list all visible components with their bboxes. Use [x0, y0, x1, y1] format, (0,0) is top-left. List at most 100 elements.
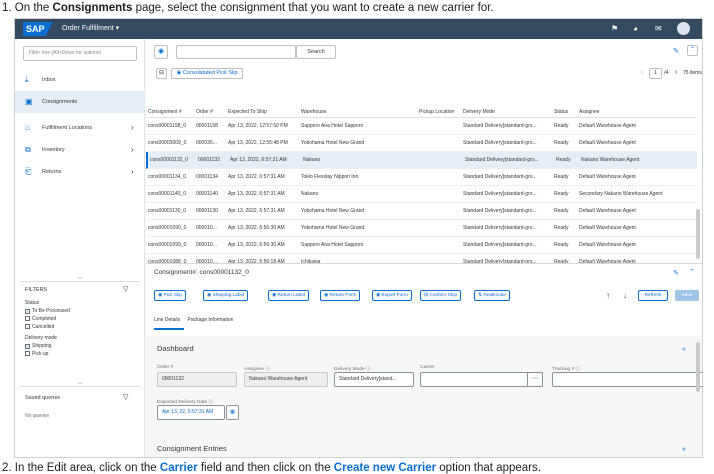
column-header[interactable]: Consignment #	[148, 107, 194, 118]
sidebar-item-consignments[interactable]: ▣ Consignments	[15, 91, 145, 113]
status-option[interactable]: ✓ To Be Processed	[25, 308, 70, 314]
table-cell: Yokohama Hotel New Grand	[301, 140, 365, 146]
pick-slip-button[interactable]: ◉ Pick Slip	[154, 290, 186, 301]
consolidated-pick-slip-button[interactable]: ◉ Consolidated Pick Slip	[171, 68, 243, 79]
table-cell: Standard Delivery[standard-gro...	[465, 157, 539, 163]
inventory-icon: ⧉	[25, 145, 31, 154]
table-cell: Yokohama Hotel New Grand	[301, 225, 365, 231]
chevron-left-icon[interactable]: ‹	[641, 69, 643, 76]
inbox-icon: ⤓	[25, 75, 29, 84]
table-row[interactable]: cons00003009_0 000030... Apr 13, 2022, 12:…	[146, 135, 697, 152]
column-header[interactable]: Order #	[196, 107, 226, 118]
column-header[interactable]: Pickup Location	[419, 107, 461, 118]
checkbox[interactable]	[25, 351, 30, 356]
checkbox[interactable]: ✓	[25, 344, 30, 349]
export-form-button[interactable]: ◉ Export Form	[372, 290, 412, 301]
message-icon[interactable]: ✉	[655, 24, 662, 33]
edit-icon[interactable]: ✎	[673, 47, 679, 55]
binoculars-icon[interactable]: ◉	[154, 45, 168, 59]
table-cell: cons00001130_0	[148, 208, 186, 214]
page-input[interactable]: 1	[649, 68, 662, 79]
edit-icon[interactable]: ✎	[673, 269, 679, 277]
tracking-label: Tracking # ⓘ	[552, 367, 581, 372]
column-header[interactable]: Assignee	[579, 107, 697, 118]
column-header[interactable]: Delivery Mode	[463, 107, 551, 118]
table-row[interactable]: cons00001132_0 00001132 Apr 13, 2022, 6:57…	[146, 152, 697, 169]
collapse-up-icon[interactable]: ⌃	[687, 45, 698, 56]
splitter-handle[interactable]: ═	[20, 381, 140, 387]
carrier-field[interactable]	[420, 372, 543, 387]
search-input[interactable]	[176, 45, 296, 59]
arrow-up-icon[interactable]: ↑	[606, 291, 610, 300]
arrow-down-icon[interactable]: ↓	[623, 291, 627, 300]
reallocate-button[interactable]: ⇅ Reallocate	[474, 290, 511, 301]
items-count: 75 items	[683, 70, 702, 76]
chevron-right-icon[interactable]: ›	[131, 139, 134, 161]
sidebar-item-returns[interactable]: ⎗ Returns ›	[15, 161, 145, 183]
checkbox[interactable]: ✓	[25, 309, 30, 314]
shipping-label-button[interactable]: ◉ Shipping Label	[203, 290, 249, 301]
confirm-ship-button[interactable]: ⊞ Confirm Ship	[420, 290, 462, 301]
table-cell: Ready	[556, 157, 571, 163]
table-row[interactable]: cons00001140_0 00001140 Apr 13, 2022, 6:57…	[146, 186, 697, 203]
search-button[interactable]: Search	[296, 45, 336, 59]
carrier-value-help-icon[interactable]: ⋯	[527, 372, 543, 387]
collapse-section-icon[interactable]: «	[682, 346, 686, 353]
app-title[interactable]: Order Fulfillment ▾	[62, 24, 119, 32]
main-content: ◉ Search ✎ ⌃ ⊟ ◉ Consolidated Pick Slip …	[146, 39, 702, 457]
table-row[interactable]: cons00001158_0 00001158 Apr 13, 2022, 12:5…	[146, 118, 697, 135]
delivery-option[interactable]: Pick up	[25, 351, 48, 357]
refresh-button[interactable]: Refresh	[638, 290, 668, 301]
returns-icon: ⎗	[25, 167, 32, 176]
sidebar-item-fulfillment-locations[interactable]: ⌂ Fulfillment Locations ›	[15, 117, 145, 139]
checkbox[interactable]	[25, 316, 30, 321]
chevron-right-icon[interactable]: ›	[675, 69, 677, 76]
column-header[interactable]: Expected To Ship	[228, 107, 300, 118]
status-option[interactable]: Cancelled	[25, 324, 54, 330]
chevron-right-icon[interactable]: ›	[131, 117, 134, 139]
detail-scrollbar[interactable]	[696, 342, 700, 392]
notifications-icon[interactable]: ⚑	[611, 24, 618, 33]
column-header[interactable]: Warehouse	[301, 107, 417, 118]
sidebar-item-inbox[interactable]: ⤓ Inbox	[15, 69, 145, 91]
calendar-icon[interactable]: ▦	[226, 405, 239, 420]
collapse-up-icon[interactable]: ⌃	[689, 268, 695, 276]
funnel-icon[interactable]: ▽	[123, 285, 128, 293]
splitter-handle[interactable]: ═	[20, 276, 140, 282]
status-option[interactable]: Completed	[25, 316, 56, 322]
sidebar-item-inventory[interactable]: ⧉ Inventory ›	[15, 139, 145, 161]
delivery-mode-field[interactable]: Standard Delivery[stand...	[334, 372, 414, 387]
delivery-option[interactable]: ✓ Shipping	[25, 343, 51, 349]
return-form-button[interactable]: ◉ Return Form	[320, 290, 361, 301]
checkbox[interactable]	[25, 324, 30, 329]
tab-line-details[interactable]: Line Details	[154, 317, 180, 323]
chevron-right-icon[interactable]: ›	[131, 161, 134, 183]
avatar[interactable]	[677, 22, 690, 35]
filter-tree-input[interactable]: Filter tree (Alt+Down for options)	[23, 46, 137, 61]
return-label-button[interactable]: ◉ Return Label	[268, 290, 309, 301]
table-row[interactable]: cons00001134_0 00001134 Apr 13, 2022, 6:57…	[146, 169, 697, 186]
help-icon[interactable]: ◕	[633, 24, 638, 33]
table-cell: Apr 13, 2022, 6:57:31 AM	[230, 157, 287, 163]
column-header[interactable]: Status	[554, 107, 578, 118]
table-cell: Apr 13, 2022, 6:56:30 AM	[228, 225, 285, 231]
save-button[interactable]: Save	[675, 290, 699, 301]
table-cell: Apr 13, 2022, 6:57:31 AM	[228, 191, 285, 197]
table-cell: cons00001158_0	[148, 123, 186, 129]
table-cell: Standard Delivery[standard-gro...	[463, 208, 537, 214]
consignment-detail-panel: Consignment#: cons00001132_0 ✎ ⌃ ◉ Pick …	[146, 263, 702, 457]
table-scrollbar[interactable]	[696, 209, 700, 259]
table-row[interactable]: cons00001099_0 000010... Apr 13, 2022, 6:5…	[146, 237, 697, 254]
table-cell: Ready	[554, 225, 569, 231]
collapse-section-icon[interactable]: «	[682, 446, 686, 453]
tracking-field[interactable]	[552, 372, 702, 387]
table-row[interactable]: cons00001130_0 00001130 Apr 13, 2022, 6:57…	[146, 203, 697, 220]
expected-date-field[interactable]: Apr 13, 22, 6:57:31 AM	[157, 405, 225, 420]
funnel-icon[interactable]: ▽	[123, 393, 128, 401]
table-cell: cons00001132_0	[150, 157, 188, 163]
table-row[interactable]: cons00001090_0 000010... Apr 13, 2022, 6:5…	[146, 220, 697, 237]
table-cell: Apr 13, 2022, 6:57:31 AM	[228, 208, 285, 214]
tab-package-information[interactable]: Package Information	[188, 317, 234, 323]
consignment-icon: ▣	[25, 97, 33, 106]
export-icon[interactable]: ⊟	[156, 68, 167, 79]
